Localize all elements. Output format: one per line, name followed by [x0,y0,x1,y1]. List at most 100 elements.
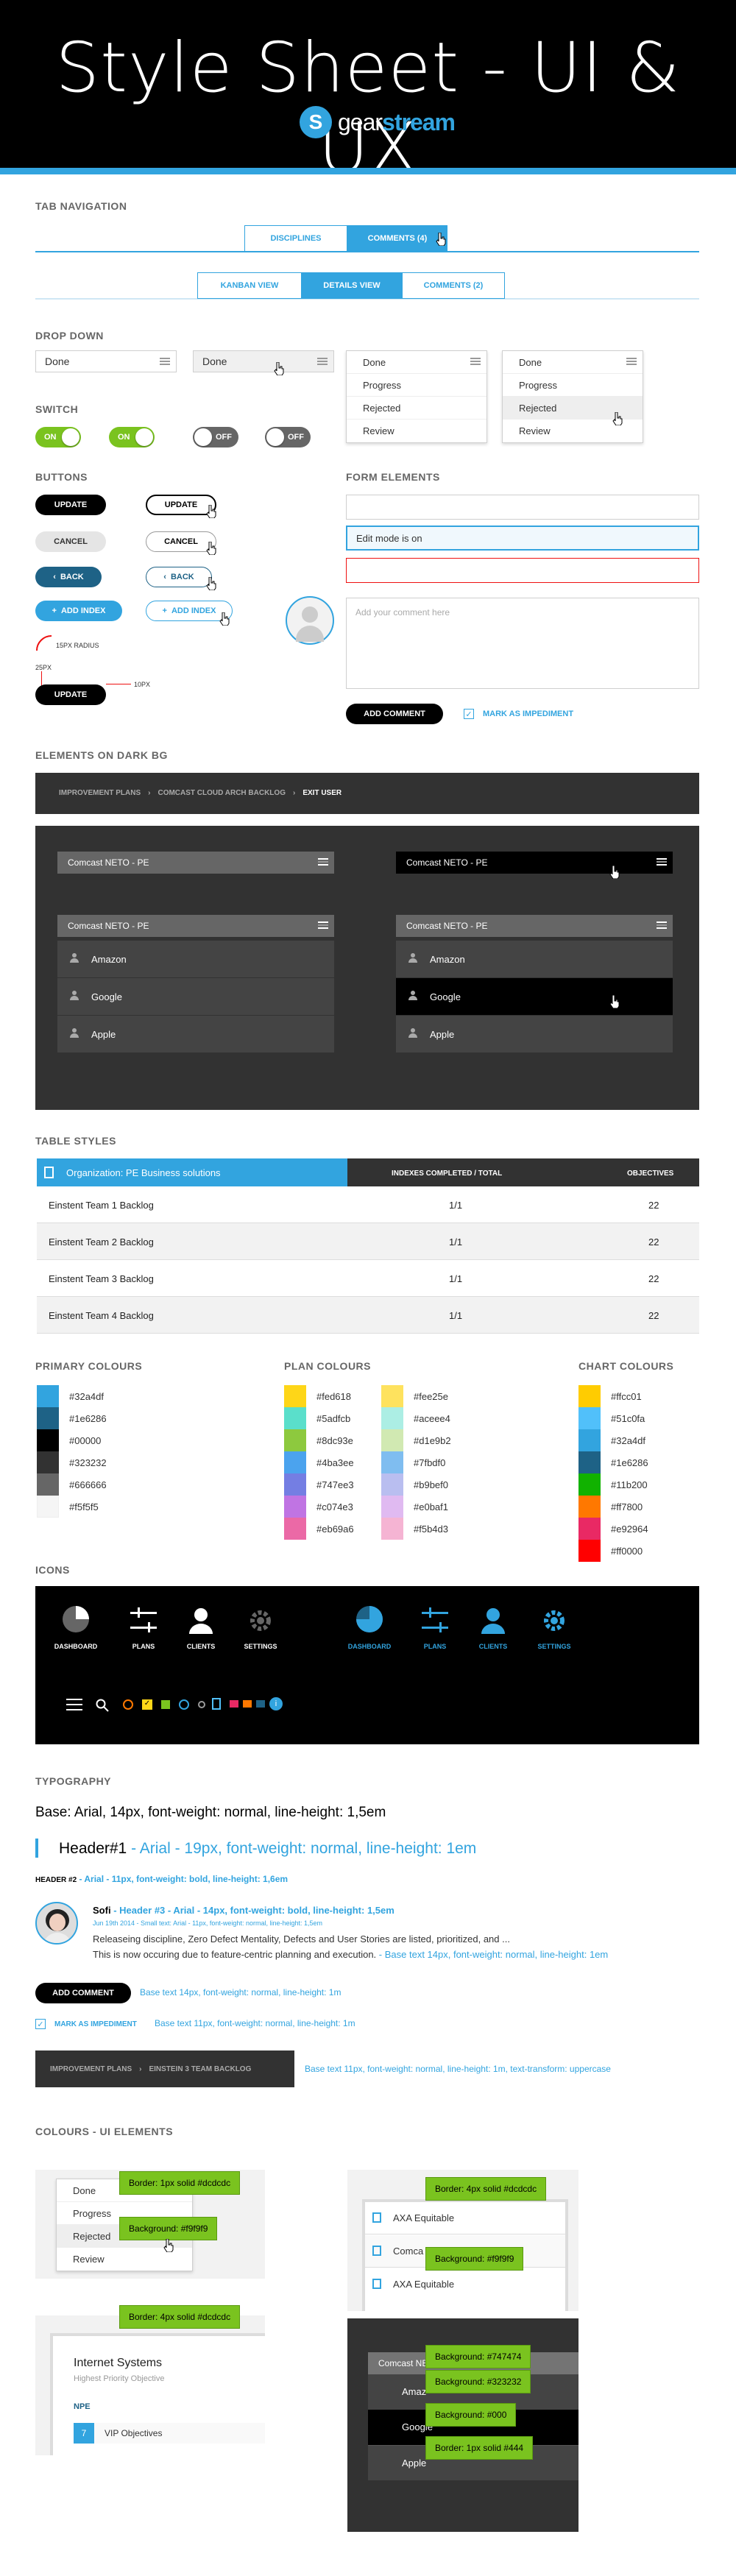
typo-h3-name: Sofi [93,1905,111,1916]
dropdown-option[interactable]: Progress [347,374,486,397]
colour-swatch [284,1451,306,1473]
dark-menu-header-hover[interactable]: Comcast NETO - PE [396,852,673,874]
cancel-button[interactable]: CANCEL [35,531,106,552]
toggle-off[interactable]: OFF [193,427,238,447]
dropdown-open[interactable]: Done Progress Rejected Review [346,350,487,443]
settings-icon[interactable] [247,1607,274,1634]
dark-menu-header-open[interactable]: Comcast NETO - PE [396,915,673,937]
add-comment-button[interactable]: ADD COMMENT [346,704,443,724]
list-item[interactable]: AXA Equitable [365,2268,565,2301]
toggle-on[interactable]: ON [35,427,81,447]
breadcrumb-link[interactable]: COMCAST CLOUD ARCH BACKLOG [158,789,286,797]
typo-button-spec: Base text 14px, font-weight: normal, lin… [140,1987,342,1998]
colour-hex-label: #1e6286 [69,1413,107,1424]
section-title-typography: TYPOGRAPHY [35,1775,112,1787]
add-index-button[interactable]: + ADD INDEX [35,601,122,621]
colour-swatch [578,1407,601,1429]
colour-swatch [284,1385,306,1407]
add-comment-button-typo[interactable]: ADD COMMENT [35,1983,131,2003]
colour-swatch [381,1429,403,1451]
colour-swatch [284,1518,306,1540]
dark-menu-item[interactable]: Amazon [57,941,334,977]
user-icon [69,953,79,963]
colour-hex-label: #00000 [69,1435,102,1446]
colour-swatch [284,1473,306,1496]
list-item[interactable]: AXA Equitable [365,2202,565,2234]
dropdown-option[interactable]: Review [347,420,486,442]
dropdown-option[interactable]: Done [503,351,643,374]
dark-menu-item[interactable]: Apple [396,1016,673,1052]
section-title-dark: ELEMENTS ON DARK BG [35,749,168,761]
tab-comments-2[interactable]: COMMENTS (2) [402,272,505,299]
clients-icon-active[interactable] [478,1606,508,1635]
checkbox-impediment[interactable]: ✓ [464,709,474,719]
plans-icon-active[interactable] [420,1607,450,1634]
icon-label: CLIENTS [186,1643,216,1650]
breadcrumb-link[interactable]: IMPROVEMENT PLANS [50,2065,132,2073]
dropdown-option[interactable]: Progress [503,374,643,397]
toggle-on-hover[interactable]: ON [109,427,155,447]
update-button-spec[interactable]: UPDATE [35,684,106,705]
tag-icon [230,1700,238,1708]
dark-menu-item[interactable]: Apple [57,1016,334,1052]
icon-label: SETTINGS [244,1643,277,1650]
menu-icon [318,921,328,929]
dark-menu-item[interactable]: Google [57,978,334,1015]
hamburger-icon[interactable] [66,1699,82,1710]
update-button[interactable]: UPDATE [35,495,106,515]
section-title-icons: ICONS [35,1564,70,1576]
breadcrumb-link[interactable]: IMPROVEMENT PLANS [59,789,141,797]
dark-menu-item[interactable]: Amazon [396,941,673,977]
dark-menu-header-open[interactable]: Comcast NETO - PE [57,915,334,937]
typo-h1-spec: - Arial - 19px, font-weight: normal, lin… [131,1840,477,1857]
text-input-edit[interactable]: Edit mode is on [346,526,699,551]
breadcrumb-link[interactable]: EINSTEIN 3 TEAM BACKLOG [149,2065,251,2073]
dark-menu-item-hover[interactable]: Google [396,978,673,1015]
checkbox-impediment-typo[interactable]: ✓ [35,2019,46,2029]
menu-icon [657,858,667,866]
dashboard-icon[interactable] [61,1604,91,1634]
clients-icon[interactable] [186,1606,216,1635]
typo-body-2-spec: - Base text 14px, font-weight: normal, l… [378,1949,609,1960]
text-input-error[interactable] [346,558,699,583]
tab-kanban-view[interactable]: KANBAN VIEW [197,272,302,299]
section-title-primary-colours: PRIMARY COLOURS [35,1360,143,1372]
text-input[interactable] [346,495,699,520]
annotation-tag: Background: #f9f9f9 [425,2247,524,2271]
table-row[interactable]: Einstent Team 2 Backlog 1/1 22 [37,1223,699,1260]
tab-details-view[interactable]: DETAILS VIEW [302,272,402,299]
colour-hex-label: #e92964 [611,1524,648,1535]
dark-menu-header[interactable]: Comcast NETO - PE [57,852,334,874]
annotation-tag: Border: 1px solid #444 [425,2436,534,2460]
annotation-tag: Background: #f9f9f9 [119,2217,218,2240]
search-icon[interactable] [96,1699,109,1712]
dropdown-option[interactable]: Done [347,351,486,374]
colour-hex-label: #d1e9b2 [414,1435,451,1446]
settings-icon-active[interactable] [541,1607,567,1634]
back-button-hover[interactable]: ‹ BACK [146,567,212,587]
toggle-off-hover[interactable]: OFF [265,427,311,447]
plans-icon[interactable] [129,1607,158,1634]
menu-icon [317,358,328,365]
colour-swatch [578,1451,601,1473]
comment-textarea[interactable]: Add your comment here [346,598,699,689]
icon-label: DASHBOARD [54,1643,98,1650]
tab-disciplines[interactable]: DISCIPLINES [244,225,347,252]
tab-comments[interactable]: COMMENTS (4) [347,225,447,252]
back-button[interactable]: ‹ BACK [35,567,102,587]
dropdown-hover[interactable]: Done [193,350,334,372]
dropdown-option[interactable]: Rejected [347,397,486,420]
chevron-right-icon: › [292,789,296,797]
table-row[interactable]: Einstent Team 3 Backlog 1/1 22 [37,1260,699,1297]
table-row[interactable]: Einstent Team 4 Backlog 1/1 22 [37,1297,699,1334]
dropdown-closed[interactable]: Done [35,350,177,372]
colour-hex-label: #ff7800 [611,1501,643,1512]
info-icon[interactable]: i [269,1697,283,1710]
dropdown-open-hover[interactable]: Done Progress Rejected Review [502,350,643,443]
card-row[interactable]: 7 VIP Objectives [74,2423,265,2444]
hand-cursor-icon [206,542,216,555]
dashboard-icon-active[interactable] [355,1604,384,1634]
colour-hex-label: #ff0000 [611,1546,643,1557]
table-row[interactable]: Einstent Team 1 Backlog 1/1 22 [37,1186,699,1223]
ring-icon [198,1701,205,1708]
